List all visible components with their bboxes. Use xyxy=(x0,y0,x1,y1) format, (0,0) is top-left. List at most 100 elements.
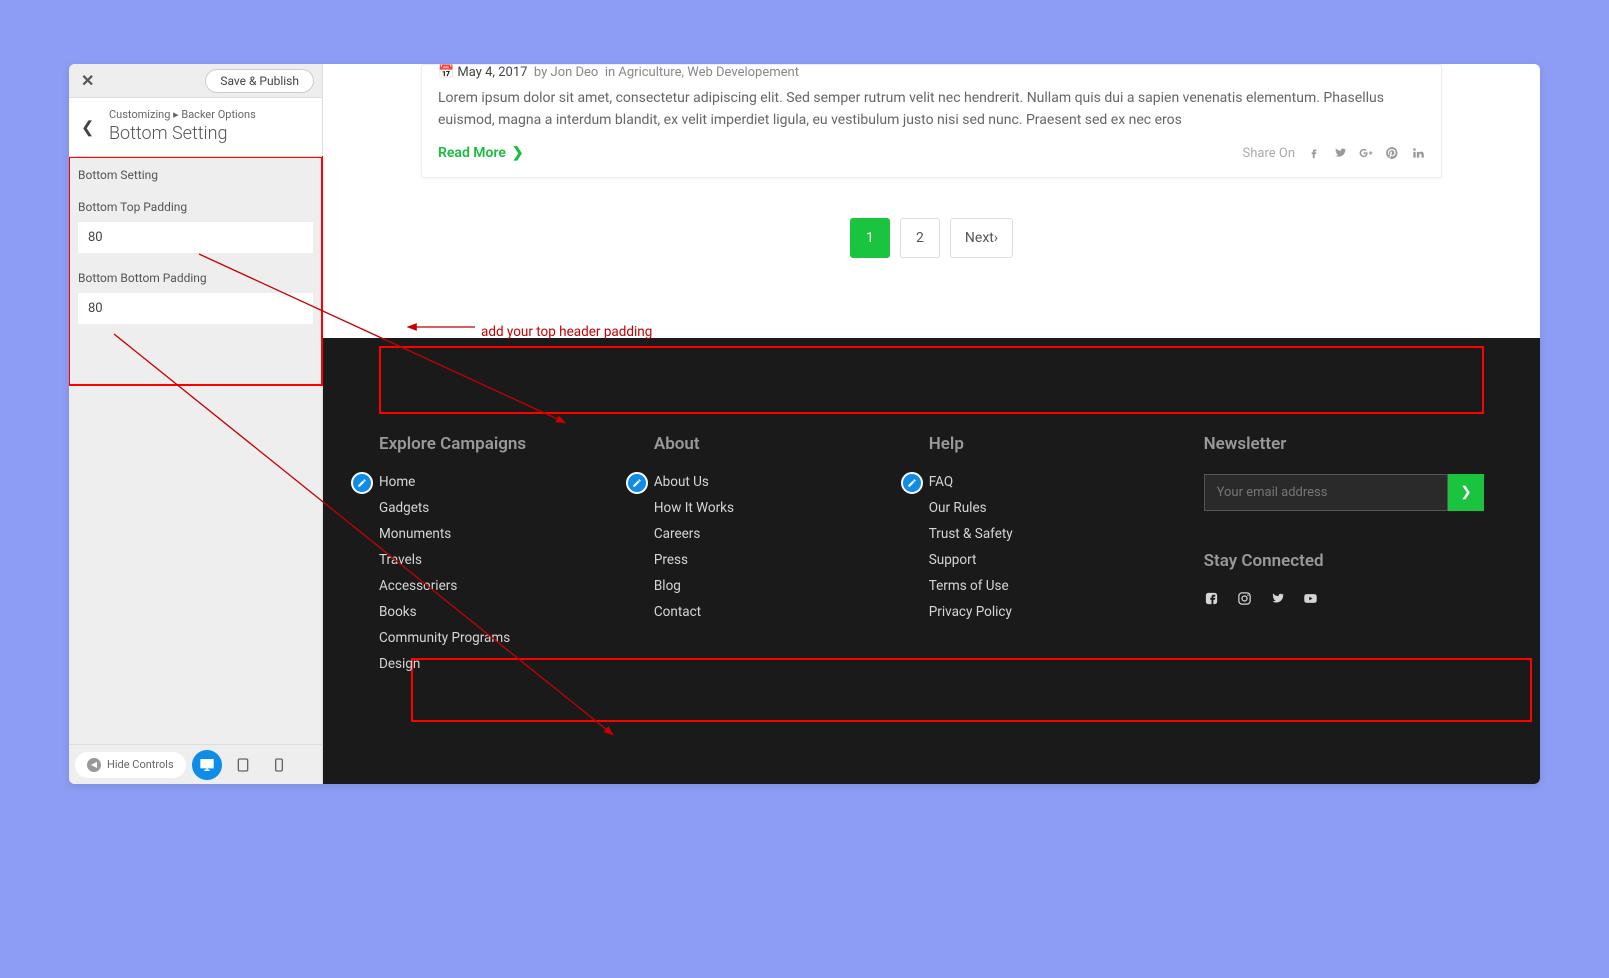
post-meta: 📅 May 4, 2017 by Jon Deo in Agriculture,… xyxy=(438,65,1425,88)
facebook-icon[interactable] xyxy=(1307,146,1321,160)
collapse-icon: ◀ xyxy=(87,758,101,772)
footer-link[interactable]: Press xyxy=(654,552,909,568)
youtube-icon[interactable] xyxy=(1303,591,1318,606)
footer-link[interactable]: How It Works xyxy=(654,500,909,516)
calendar-icon: 📅 xyxy=(438,65,454,80)
edit-icon[interactable] xyxy=(901,472,923,494)
post-date: May 4, 2017 xyxy=(457,65,527,80)
section-header: ❮ Customizing ▸ Backer Options Bottom Se… xyxy=(69,98,322,157)
pinterest-icon[interactable] xyxy=(1385,146,1399,160)
footer-link[interactable]: Gadgets xyxy=(379,500,634,516)
footer-heading-explore: Explore Campaigns xyxy=(379,434,634,454)
hide-controls-button[interactable]: ◀ Hide Controls xyxy=(75,752,186,778)
breadcrumb: Customizing ▸ Backer Options xyxy=(109,108,310,121)
post-author[interactable]: Jon Deo xyxy=(551,65,599,80)
facebook-icon[interactable] xyxy=(1204,591,1219,606)
sidebar-topbar: ✕ Save & Publish xyxy=(69,64,322,98)
preview-pane: 📅 May 4, 2017 by Jon Deo in Agriculture,… xyxy=(323,64,1540,784)
save-publish-button[interactable]: Save & Publish xyxy=(205,69,314,93)
footer-link-home[interactable]: Home xyxy=(379,474,634,490)
by-label: by xyxy=(534,65,547,80)
footer-link[interactable]: Travels xyxy=(379,552,634,568)
edit-icon[interactable] xyxy=(626,472,648,494)
field-label-top-padding: Bottom Top Padding xyxy=(78,200,313,214)
in-label: in xyxy=(605,65,615,80)
device-mobile-button[interactable] xyxy=(264,750,294,780)
page-1-button[interactable]: 1 xyxy=(850,218,890,258)
footer-link[interactable]: Community Programs xyxy=(379,630,634,646)
footer-link[interactable]: Privacy Policy xyxy=(929,604,1184,620)
post-card: 📅 May 4, 2017 by Jon Deo in Agriculture,… xyxy=(421,64,1442,178)
footer-link[interactable]: Books xyxy=(379,604,634,620)
footer-heading-stay: Stay Connected xyxy=(1204,551,1484,571)
page-next-button[interactable]: Next › xyxy=(950,218,1013,258)
tablet-icon xyxy=(235,757,251,773)
sidebar-spacer xyxy=(69,386,322,744)
blog-area: 📅 May 4, 2017 by Jon Deo in Agriculture,… xyxy=(323,64,1540,338)
footer-col-help: Help FAQ Our Rules Trust & Safety Suppor… xyxy=(929,434,1184,682)
post-category-2[interactable]: Web Developement xyxy=(687,65,799,80)
linkedin-icon[interactable] xyxy=(1411,146,1425,160)
post-excerpt: Lorem ipsum dolor sit amet, consectetur … xyxy=(438,88,1425,131)
footer-link[interactable]: Careers xyxy=(654,526,909,542)
footer-col-newsletter: Newsletter ❯ Stay Connected xyxy=(1204,434,1484,682)
pagination: 1 2 Next › xyxy=(421,218,1442,258)
footer-link[interactable]: Accessoriers xyxy=(379,578,634,594)
newsletter-submit-button[interactable]: ❯ xyxy=(1448,474,1484,511)
section-title: Bottom Setting xyxy=(109,123,310,144)
footer-link[interactable]: Contact xyxy=(654,604,909,620)
hide-controls-label: Hide Controls xyxy=(107,758,174,771)
footer-link[interactable]: Support xyxy=(929,552,1184,568)
footer-col-explore: Explore Campaigns Home Gadgets Monuments… xyxy=(379,434,634,682)
footer-heading-help: Help xyxy=(929,434,1184,454)
footer-link[interactable]: Design xyxy=(379,656,634,672)
read-more-label: Read More xyxy=(438,145,506,161)
footer-link[interactable]: Monuments xyxy=(379,526,634,542)
desktop-icon xyxy=(199,757,215,773)
footer-list-about: About Us How It Works Careers Press Blog… xyxy=(654,474,909,620)
footer-col-about: About About Us How It Works Careers Pres… xyxy=(654,434,909,682)
customizer-sidebar: ✕ Save & Publish ❮ Customizing ▸ Backer … xyxy=(69,64,323,784)
footer-link[interactable]: Terms of Use xyxy=(929,578,1184,594)
card-footer: Read More ❯ Share On xyxy=(438,145,1425,161)
device-desktop-button[interactable] xyxy=(192,750,222,780)
chevron-right-icon: ❯ xyxy=(512,145,524,161)
back-chevron-icon[interactable]: ❮ xyxy=(81,118,94,137)
footer-link-aboutus[interactable]: About Us xyxy=(654,474,909,490)
newsletter-row: ❯ xyxy=(1204,474,1484,511)
twitter-icon[interactable] xyxy=(1333,146,1347,160)
chevron-right-icon: › xyxy=(994,230,998,246)
footer-link[interactable]: Our Rules xyxy=(929,500,1184,516)
footer-heading-about: About xyxy=(654,434,909,454)
footer-link[interactable]: Trust & Safety xyxy=(929,526,1184,542)
site-footer: Explore Campaigns Home Gadgets Monuments… xyxy=(323,338,1540,784)
googleplus-icon[interactable] xyxy=(1359,146,1373,160)
panel-heading: Bottom Setting xyxy=(78,168,313,182)
device-tablet-button[interactable] xyxy=(228,750,258,780)
newsletter-email-input[interactable] xyxy=(1204,474,1448,511)
close-icon[interactable]: ✕ xyxy=(77,71,98,90)
read-more-link[interactable]: Read More ❯ xyxy=(438,145,524,161)
footer-heading-newsletter: Newsletter xyxy=(1204,434,1484,454)
share-on-label: Share On xyxy=(1243,146,1295,161)
bottom-setting-panel: Bottom Setting Bottom Top Padding Bottom… xyxy=(69,156,323,386)
footer-list-explore: Home Gadgets Monuments Travels Accessori… xyxy=(379,474,634,672)
social-row xyxy=(1204,591,1484,606)
post-category-1[interactable]: Agriculture xyxy=(618,65,681,80)
annotation-box-top xyxy=(379,346,1484,414)
next-label: Next xyxy=(965,230,994,246)
field-label-bottom-padding: Bottom Bottom Padding xyxy=(78,271,313,285)
app-window: ✕ Save & Publish ❮ Customizing ▸ Backer … xyxy=(69,64,1540,784)
edit-icon[interactable] xyxy=(351,472,373,494)
share-bar: Share On xyxy=(1243,146,1425,161)
footer-link[interactable]: Blog xyxy=(654,578,909,594)
sidebar-footer: ◀ Hide Controls xyxy=(69,744,322,784)
instagram-icon[interactable] xyxy=(1237,591,1252,606)
bottom-bottom-padding-input[interactable] xyxy=(78,293,313,324)
mobile-icon xyxy=(271,757,287,773)
page-2-button[interactable]: 2 xyxy=(900,218,940,258)
footer-link-faq[interactable]: FAQ xyxy=(929,474,1184,490)
twitter-icon[interactable] xyxy=(1270,591,1285,606)
bottom-top-padding-input[interactable] xyxy=(78,222,313,253)
annotation-text: add your top header padding xyxy=(481,324,652,340)
